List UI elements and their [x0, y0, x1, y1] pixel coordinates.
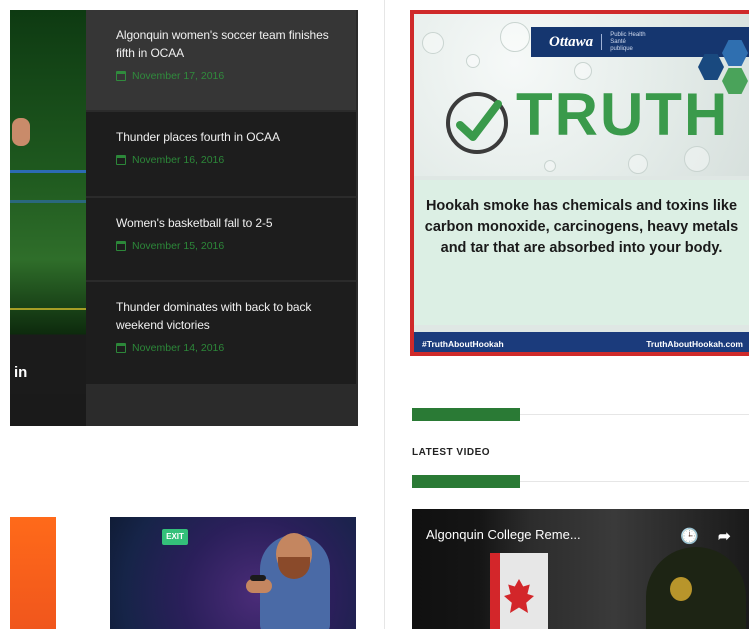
- flag-band: [490, 553, 500, 629]
- latest-video-heading: LATEST VIDEO: [412, 447, 491, 458]
- field-line: [10, 308, 86, 310]
- checkmark-icon: [446, 92, 508, 154]
- news-item[interactable]: Thunder places fourth in OCAA November 1…: [86, 112, 356, 196]
- news-date: November 15, 2016: [116, 240, 342, 252]
- featured-caption-bar: [10, 394, 86, 426]
- ad-body-panel: Hookah smoke has chemicals and toxins li…: [414, 180, 749, 325]
- watch-later-icon[interactable]: 🕒: [680, 527, 699, 545]
- hookah-ad-banner[interactable]: Ottawa Public Health Santé publique TRUT…: [410, 10, 749, 356]
- canadian-flag: [490, 553, 548, 629]
- bubble-decoration: [500, 22, 530, 52]
- public-health-label: Public Health Santé publique: [610, 31, 646, 52]
- ad-headline: TRUTH: [516, 81, 730, 148]
- story-card-image[interactable]: EXIT: [110, 517, 356, 629]
- player-hand: [12, 118, 30, 146]
- section-accent-bar: [412, 475, 520, 488]
- cap-badge: [670, 577, 692, 601]
- ad-url[interactable]: TruthAboutHookah.com: [646, 339, 743, 349]
- hexagon-decoration: [698, 54, 724, 80]
- bubble-decoration: [628, 154, 648, 174]
- news-title[interactable]: Thunder dominates with back to back week…: [116, 298, 342, 334]
- video-player[interactable]: Algonquin College Reme... 🕒 ➦: [412, 509, 749, 629]
- news-title[interactable]: Women's basketball fall to 2-5: [116, 214, 342, 232]
- news-date-text: November 15, 2016: [132, 240, 225, 252]
- bubble-decoration: [544, 160, 556, 172]
- comedian-arm: [246, 579, 272, 593]
- ad-body-text: Hookah smoke has chemicals and toxins li…: [424, 198, 739, 256]
- calendar-icon: [116, 71, 126, 81]
- news-title[interactable]: Thunder places fourth in OCAA: [116, 128, 342, 146]
- section-accent-bar: [412, 408, 520, 421]
- news-item[interactable]: Algonquin women's soccer team finishes f…: [86, 10, 356, 110]
- bubble-decoration: [466, 54, 480, 68]
- ottawa-logo-bar: Ottawa Public Health Santé publique: [531, 27, 749, 57]
- ad-hashtag: #TruthAboutHookah: [422, 339, 504, 349]
- bubble-decoration: [422, 32, 444, 54]
- bubble-decoration: [574, 62, 592, 80]
- logo-separator: [601, 34, 603, 50]
- news-date-text: November 14, 2016: [132, 342, 225, 354]
- news-date-text: November 17, 2016: [132, 70, 225, 82]
- news-item[interactable]: Women's basketball fall to 2-5 November …: [86, 198, 356, 280]
- calendar-icon: [116, 343, 126, 353]
- news-list: Algonquin women's soccer team finishes f…: [86, 10, 358, 384]
- page: in Algonquin women's soccer team finishe…: [0, 0, 749, 629]
- video-title[interactable]: Algonquin College Reme...: [426, 527, 581, 542]
- calendar-icon: [116, 241, 126, 251]
- column-divider: [384, 0, 385, 629]
- ad-top-panel: Ottawa Public Health Santé publique TRUT…: [414, 14, 749, 176]
- news-date-text: November 16, 2016: [132, 154, 225, 166]
- calendar-icon: [116, 155, 126, 165]
- featured-story-caption[interactable]: in: [14, 364, 27, 381]
- news-title[interactable]: Algonquin women's soccer team finishes f…: [116, 26, 342, 62]
- ottawa-logo: Ottawa: [549, 33, 594, 50]
- news-date: November 17, 2016: [116, 70, 342, 82]
- field-line: [10, 200, 86, 203]
- share-icon[interactable]: ➦: [718, 527, 731, 545]
- field-line: [10, 170, 86, 173]
- featured-sports-block: in Algonquin women's soccer team finishe…: [10, 10, 358, 426]
- microphone-icon: [250, 575, 266, 581]
- ad-footer: #TruthAboutHookah TruthAboutHookah.com: [414, 332, 749, 352]
- news-item[interactable]: Thunder dominates with back to back week…: [86, 282, 356, 384]
- news-date: November 14, 2016: [116, 342, 342, 354]
- maple-leaf: [504, 579, 534, 613]
- news-date: November 16, 2016: [116, 154, 342, 166]
- exit-sign: EXIT: [162, 529, 188, 545]
- story-card-image[interactable]: [10, 517, 56, 629]
